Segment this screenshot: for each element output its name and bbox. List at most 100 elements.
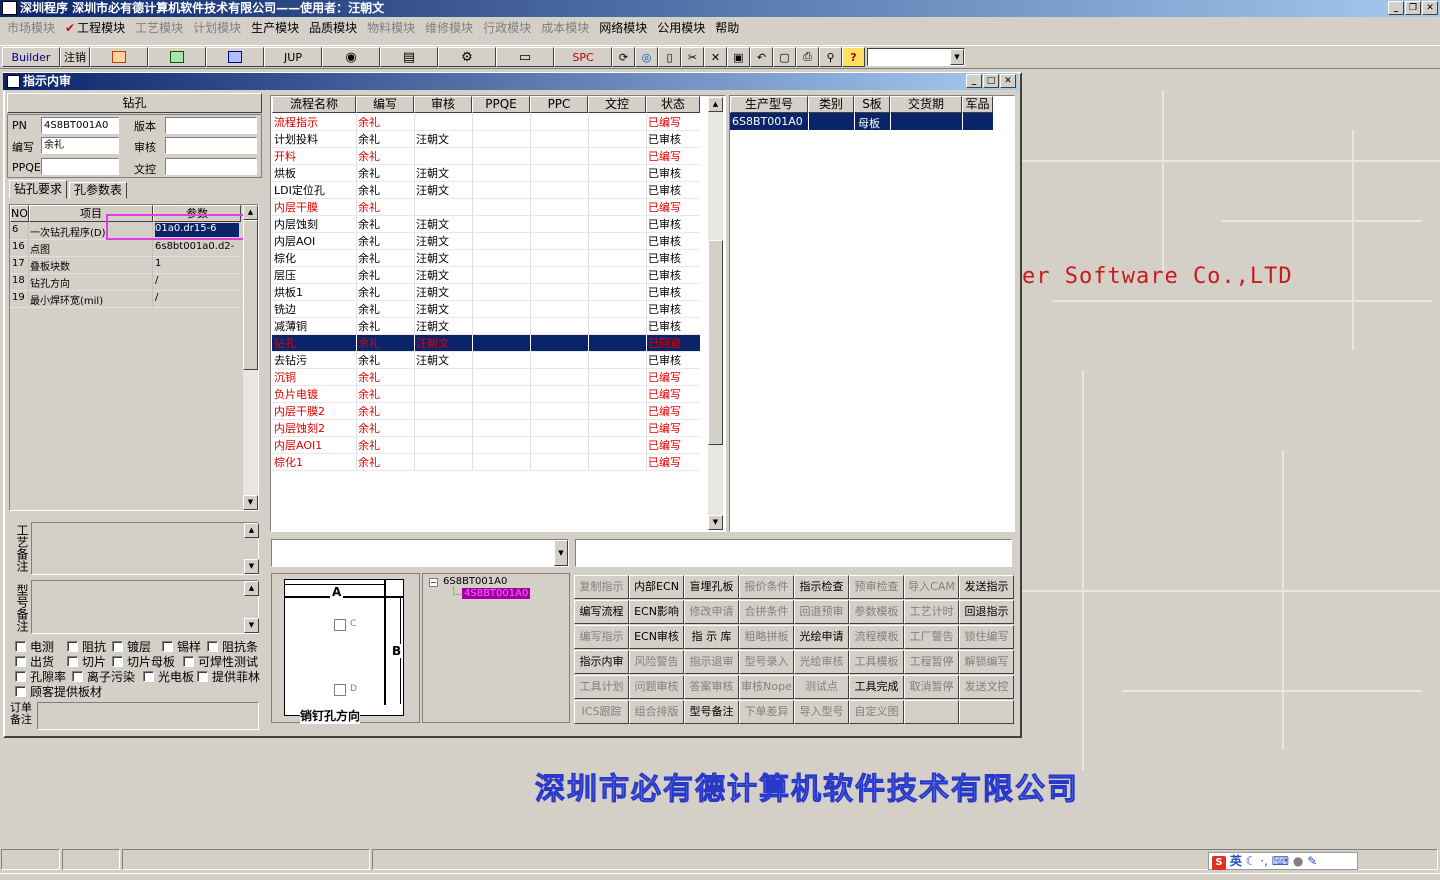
moon-icon[interactable]: ☾ [1246, 854, 1257, 868]
chevron-down-icon[interactable]: ▼ [950, 49, 964, 65]
command-button-5-0[interactable]: ICS跟踪 [574, 700, 629, 724]
checkbox-box[interactable] [15, 686, 26, 697]
checkbox-box[interactable] [183, 656, 194, 667]
punct-icon[interactable]: ·, [1260, 854, 1268, 868]
command-button-5-2[interactable]: 型号备注 [684, 700, 739, 724]
command-button-2-1[interactable]: ECN审核 [629, 625, 684, 649]
command-button-3-1[interactable]: 风险警告 [629, 650, 684, 674]
command-button-0-1[interactable]: 内部ECN [629, 575, 684, 599]
command-button-5-3[interactable]: 下单差异 [739, 700, 794, 724]
command-button-2-0[interactable]: 编写指示 [574, 625, 629, 649]
ime-mode[interactable]: 英 [1230, 854, 1242, 868]
checkbox-box[interactable] [197, 671, 208, 682]
powerpoint-icon[interactable] [90, 47, 148, 67]
checkbox-2-3[interactable]: 提供菲林 [197, 668, 260, 685]
process-row[interactable]: 负片电镀 余礼 已编写 [272, 386, 700, 403]
command-button-1-0[interactable]: 编写流程 [574, 600, 629, 624]
tab-drill-requirements[interactable]: 钻孔要求 [9, 180, 67, 199]
process-row[interactable]: 内层AOI1 余礼 已编写 [272, 437, 700, 454]
database-icon[interactable]: ▤ [380, 47, 438, 67]
checkbox-box[interactable] [15, 671, 26, 682]
process-row[interactable]: 减薄铜 余礼 汪朝文 已审核 [272, 318, 700, 335]
scroll-up-icon[interactable]: ▲ [708, 97, 723, 112]
menu-10[interactable]: 网络模块 [596, 19, 654, 36]
pin-c-checkbox[interactable] [334, 619, 346, 631]
scroll-thumb[interactable] [708, 240, 723, 445]
process-header[interactable]: PPQE [472, 96, 530, 113]
param-value-cell[interactable]: / [155, 292, 241, 303]
command-button-1-5[interactable]: 参数模板 [849, 600, 904, 624]
checkbox-2-2[interactable]: 光电板 [143, 668, 194, 685]
process-row[interactable]: 内层AOI 余礼 汪朝文 已审核 [272, 233, 700, 250]
process-row[interactable]: LDI定位孔 余礼 汪朝文 已审核 [272, 182, 700, 199]
restore-button[interactable]: ❐ [1405, 1, 1421, 15]
command-button-1-3[interactable]: 合拼条件 [739, 600, 794, 624]
command-button-2-5[interactable]: 流程模板 [849, 625, 904, 649]
preview-icon[interactable]: ▢ [773, 47, 796, 67]
new-file-icon[interactable]: ▯ [658, 47, 681, 67]
scroll-down-icon[interactable]: ▼ [244, 559, 259, 574]
production-header[interactable]: 交货期 [890, 96, 962, 113]
param-value-cell[interactable]: 1 [155, 258, 241, 269]
production-header[interactable]: S板 [854, 96, 890, 113]
command-button-1-2[interactable]: 修改申请 [684, 600, 739, 624]
collapse-icon[interactable]: − [429, 578, 438, 587]
eye-icon[interactable]: ◉ [322, 47, 380, 67]
command-button-4-3[interactable]: 审核Nope [739, 675, 794, 699]
version-field[interactable] [165, 117, 257, 134]
scroll-up-icon[interactable]: ▲ [244, 523, 259, 538]
menu-7[interactable]: 维修模块 [422, 19, 480, 36]
child-maximize-button[interactable]: □ [983, 74, 999, 88]
browser-icon[interactable]: ◎ [635, 47, 658, 67]
scroll-down-icon[interactable]: ▼ [708, 515, 723, 530]
menu-6[interactable]: 物料模块 [364, 19, 422, 36]
command-button-3-7[interactable]: 解锁编写 [959, 650, 1014, 674]
doc-control-field[interactable] [165, 158, 257, 175]
command-button-0-2[interactable]: 盲埋孔板 [684, 575, 739, 599]
checkbox-box[interactable] [143, 671, 154, 682]
scroll-down-icon[interactable]: ▼ [243, 495, 258, 510]
network-icon[interactable]: ⚙ [438, 47, 496, 67]
checkbox-box[interactable] [207, 641, 218, 652]
command-button-3-2[interactable]: 指示退审 [684, 650, 739, 674]
process-row[interactable]: 计划投料 余礼 汪朝文 已审核 [272, 131, 700, 148]
scroll-up-icon[interactable]: ▲ [244, 581, 259, 596]
minimize-button[interactable]: _ [1388, 1, 1404, 15]
model-note-field[interactable] [31, 580, 259, 634]
command-button-0-4[interactable]: 指示检查 [794, 575, 849, 599]
process-row[interactable]: 烘板 余礼 汪朝文 已审核 [272, 165, 700, 182]
close-button[interactable]: ✕ [1422, 1, 1438, 15]
user-icon[interactable]: ● [1293, 854, 1303, 868]
author-field[interactable]: 余礼 [41, 137, 119, 154]
menu-3[interactable]: 计划模块 [190, 19, 248, 36]
command-button-3-6[interactable]: 工程暂停 [904, 650, 959, 674]
command-button-2-2[interactable]: 指 示 库 [684, 625, 739, 649]
process-row[interactable]: 内层蚀刻 余礼 汪朝文 已审核 [272, 216, 700, 233]
builder-button[interactable]: Builder [2, 47, 60, 67]
command-button-5-4[interactable]: 导入型号 [794, 700, 849, 724]
keyboard-icon[interactable]: ⌨ [1272, 854, 1289, 868]
process-row[interactable]: 沉铜 余礼 已编写 [272, 369, 700, 386]
command-button-4-6[interactable]: 取消暂停 [904, 675, 959, 699]
command-button-4-1[interactable]: 问题审核 [629, 675, 684, 699]
production-header[interactable]: 生产型号 [730, 96, 808, 113]
command-button-0-5[interactable]: 预审检查 [849, 575, 904, 599]
ppqe-field[interactable] [41, 158, 119, 175]
process-note-field[interactable] [31, 522, 259, 575]
command-button-0-0[interactable]: 复制指示 [574, 575, 629, 599]
checkbox-3-0[interactable]: 顾客提供板材 [15, 683, 102, 700]
command-button-3-4[interactable]: 光绘审核 [794, 650, 849, 674]
process-header[interactable]: 文控 [588, 96, 646, 113]
note-input[interactable] [575, 539, 1012, 567]
command-button-4-5[interactable]: 工具完成 [849, 675, 904, 699]
command-button-3-0[interactable]: 指示内审 [574, 650, 629, 674]
command-button-1-1[interactable]: ECN影响 [629, 600, 684, 624]
help-icon[interactable]: ? [842, 47, 865, 67]
command-button-0-3[interactable]: 报价条件 [739, 575, 794, 599]
command-button-3-3[interactable]: 型号录入 [739, 650, 794, 674]
menu-2[interactable]: 工艺模块 [132, 19, 190, 36]
command-button-4-0[interactable]: 工具计划 [574, 675, 629, 699]
menu-5[interactable]: 品质模块 [306, 19, 364, 36]
command-button-2-4[interactable]: 光绘申请 [794, 625, 849, 649]
process-header[interactable]: 流程名称 [272, 96, 356, 113]
